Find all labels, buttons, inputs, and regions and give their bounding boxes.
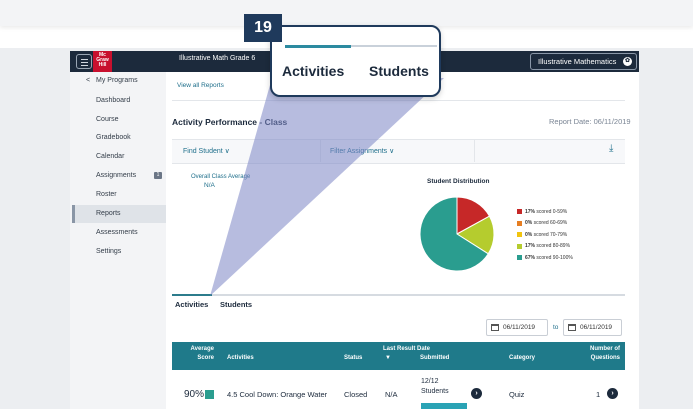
callout-tab-active-indicator — [285, 45, 351, 48]
callout-step-number: 19 — [244, 14, 282, 42]
callout-tab-activities: Activities — [282, 63, 345, 79]
zoom-beam-shape — [210, 78, 444, 296]
callout-tab-students: Students — [369, 63, 429, 79]
callout-magnifier — [270, 25, 441, 97]
